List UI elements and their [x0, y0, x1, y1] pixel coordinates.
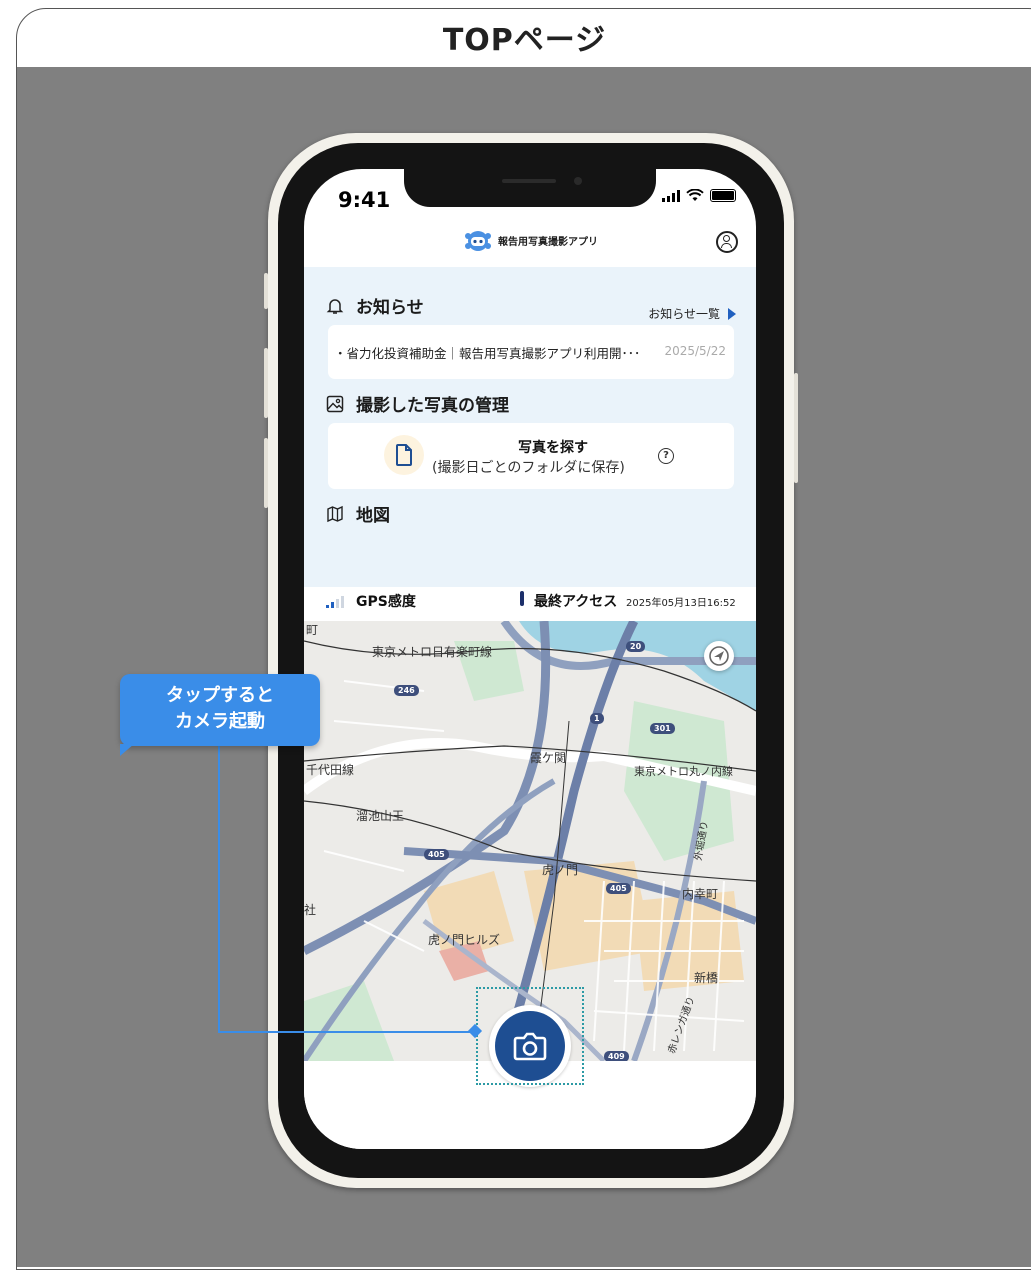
- volume-down-button: [264, 438, 268, 508]
- route-badge: 409: [604, 1051, 629, 1061]
- speaker: [502, 179, 556, 183]
- notice-list-link-label: お知らせ一覧: [648, 307, 720, 321]
- photos-heading: 撮影した写真の管理: [326, 391, 509, 416]
- navigation-arrow-icon: [709, 646, 729, 666]
- app-logo-icon: [465, 231, 491, 251]
- photo-search-title: 写真を探す: [518, 440, 588, 456]
- callout-connector: [218, 746, 220, 1033]
- route-badge: 301: [650, 723, 675, 734]
- route-badge: 405: [606, 883, 631, 894]
- callout-tail: [120, 744, 134, 756]
- last-access-label: 最終アクセス: [534, 594, 618, 610]
- chevron-right-icon: [728, 307, 736, 320]
- callout-connector: [218, 1031, 474, 1033]
- info-panel: お知らせ お知らせ一覧 ・省力化投資補助金｜報告用写真撮影アプリ利用開･･･ 2…: [304, 267, 756, 587]
- notice-heading: お知らせ: [326, 293, 424, 318]
- app-title: 報告用写真撮影アプリ: [498, 237, 598, 248]
- notice-card[interactable]: ・省力化投資補助金｜報告用写真撮影アプリ利用開･･･ 2025/5/22: [328, 325, 734, 379]
- callout-line1: タップすると: [166, 685, 274, 706]
- map-heading-label: 地図: [356, 506, 390, 526]
- mute-switch: [264, 273, 268, 309]
- route-badge: 246: [394, 685, 419, 696]
- map-label: 千代田線: [306, 763, 355, 777]
- cellular-signal-icon: [662, 189, 680, 202]
- camera-highlight-box: [476, 987, 584, 1085]
- photo-search-card[interactable]: 写真を探す (撮影日ごとのフォルダに保存) ?: [328, 423, 734, 489]
- wifi-icon: [686, 189, 704, 201]
- power-button: [794, 373, 798, 483]
- map-label: 町: [306, 623, 319, 637]
- image-icon: [326, 395, 344, 412]
- last-access-time: 2025年05月13日16:52: [626, 598, 736, 609]
- bell-icon: [326, 298, 344, 314]
- status-icons: [662, 189, 736, 202]
- map-label: 新橋: [694, 971, 719, 985]
- notice-item-date: 2025/5/22: [664, 344, 726, 358]
- gps-row: GPS感度 最終アクセス 2025年05月13日16:52: [304, 587, 756, 621]
- file-icon: [384, 435, 424, 475]
- front-camera: [574, 177, 582, 185]
- route-badge: 20: [626, 641, 646, 652]
- camera-callout: タップすると カメラ起動: [120, 674, 320, 756]
- access-marker: [520, 591, 524, 606]
- map-label: 霞ケ関: [530, 751, 567, 765]
- map-icon: [327, 505, 343, 522]
- volume-up-button: [264, 348, 268, 418]
- map-label: 東京メトロ丸ノ内線: [634, 765, 733, 778]
- gps-signal-icon: [326, 596, 344, 608]
- profile-icon[interactable]: [716, 231, 738, 253]
- map-label: 内幸町: [682, 887, 719, 901]
- help-icon[interactable]: ?: [658, 448, 674, 464]
- map-label: 社: [304, 903, 317, 917]
- callout-line2: カメラ起動: [175, 711, 265, 732]
- map-label: 溜池山王: [356, 809, 405, 823]
- map-label: 虎ノ門: [542, 863, 579, 877]
- gps-label: GPS感度: [356, 594, 416, 610]
- notch: [404, 169, 656, 207]
- photo-search-subtitle: (撮影日ごとのフォルダに保存): [432, 460, 625, 476]
- page-title: TOPページ: [442, 23, 607, 58]
- battery-icon: [710, 189, 736, 202]
- my-location-button[interactable]: [704, 641, 734, 671]
- route-badge: 405: [424, 849, 449, 860]
- app-header: 報告用写真撮影アプリ: [304, 221, 756, 267]
- route-badge: 1: [590, 713, 604, 724]
- map-heading: 地図: [326, 501, 390, 526]
- notice-item-text: ・省力化投資補助金｜報告用写真撮影アプリ利用開･･･: [334, 346, 641, 361]
- photos-heading-label: 撮影した写真の管理: [356, 396, 509, 416]
- notice-list-link[interactable]: お知らせ一覧: [648, 305, 736, 322]
- map-label: 虎ノ門ヒルズ: [428, 933, 501, 947]
- status-time: 9:41: [338, 188, 391, 212]
- notice-heading-label: お知らせ: [356, 298, 424, 318]
- map-label: 東京メトロ日有楽町線: [372, 645, 493, 659]
